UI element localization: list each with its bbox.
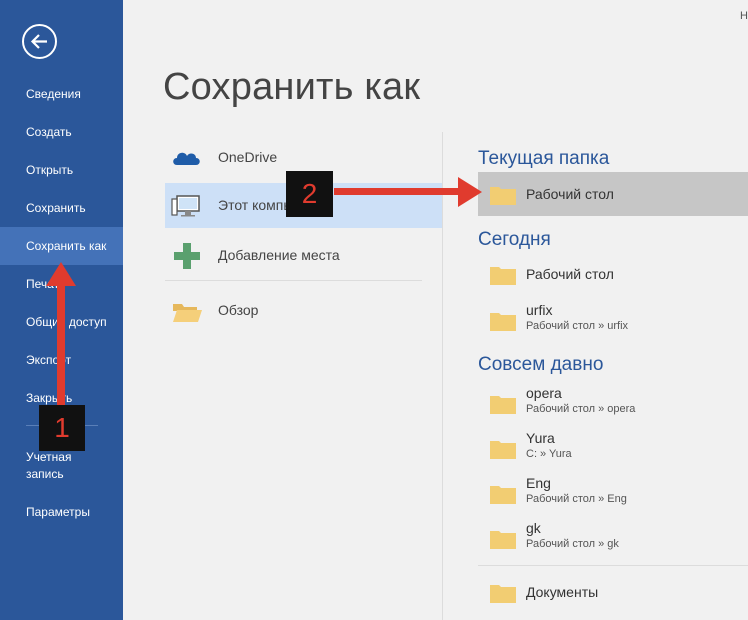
plus-icon (174, 243, 200, 269)
section-current-folder: Текущая папка (478, 148, 610, 169)
nav-new[interactable]: Создать (0, 113, 123, 151)
arrow-left-icon (30, 34, 47, 49)
section-older: Совсем давно (478, 354, 604, 375)
nav-info[interactable]: Сведения (0, 75, 123, 113)
folder-icon (490, 441, 516, 459)
annotation-badge-2: 2 (286, 171, 333, 217)
folder-icon (490, 486, 516, 504)
section-divider (478, 565, 748, 566)
folder-item[interactable]: Eng Рабочий стол » Eng (478, 471, 748, 515)
folder-item[interactable]: Yura C: » Yura (478, 426, 748, 470)
folder-name: Yura (526, 430, 555, 446)
folder-path: Рабочий стол » opera (526, 403, 636, 415)
folder-name: Рабочий стол (526, 266, 614, 282)
folder-path: Рабочий стол » Eng (526, 493, 627, 505)
page-title: Сохранить как (163, 66, 421, 108)
nav-print[interactable]: Печать (0, 265, 123, 303)
nav-account[interactable]: Учетная запись (0, 446, 100, 490)
folder-name: opera (526, 385, 562, 401)
nav-save-as[interactable]: Сохранить как (0, 227, 123, 265)
nav-export[interactable]: Экспорт (0, 341, 123, 379)
folder-icon (490, 531, 516, 549)
folder-item[interactable]: Рабочий стол (478, 252, 748, 296)
folder-icon (490, 267, 516, 285)
location-add-place[interactable]: Добавление места (165, 233, 442, 278)
folder-name: Документы (526, 584, 599, 600)
annotation-badge-1: 1 (39, 405, 85, 451)
location-label: OneDrive (218, 149, 278, 165)
nav-open[interactable]: Открыть (0, 151, 123, 189)
section-today: Сегодня (478, 229, 551, 250)
folder-path: C: » Yura (526, 448, 572, 460)
location-browse[interactable]: Обзор (165, 288, 442, 333)
folder-path: Рабочий стол » urfix (526, 320, 629, 332)
location-label: Добавление места (218, 247, 340, 263)
folder-item[interactable]: urfix Рабочий стол » urfix (478, 298, 748, 342)
nav-save[interactable]: Сохранить (0, 189, 123, 227)
folder-name: Рабочий стол (526, 186, 614, 202)
folder-item[interactable]: Документы (478, 570, 748, 614)
folder-icon (490, 585, 516, 603)
location-divider (165, 280, 422, 281)
folder-name: urfix (526, 302, 553, 318)
corner-text: Н (740, 10, 748, 22)
computer-icon (171, 195, 200, 217)
location-label: Обзор (218, 302, 259, 318)
folder-name: gk (526, 520, 541, 536)
nav-share[interactable]: Общий доступ (0, 303, 123, 341)
folder-open-icon (173, 304, 202, 322)
folder-icon (490, 187, 516, 205)
folder-path: Рабочий стол » gk (526, 538, 619, 550)
folder-item[interactable]: gk Рабочий стол » gk (478, 516, 748, 560)
folder-item[interactable]: opera Рабочий стол » opera (478, 381, 748, 425)
cloud-icon (173, 152, 200, 165)
column-divider (442, 132, 443, 620)
folder-name: Eng (526, 475, 551, 491)
back-button[interactable] (22, 24, 57, 59)
folder-icon (490, 313, 516, 331)
sidebar: Сведения Создать Открыть Сохранить Сохра… (0, 0, 123, 620)
nav-options[interactable]: Параметры (0, 493, 123, 531)
folder-icon (490, 396, 516, 414)
folder-item[interactable]: Рабочий стол (478, 172, 748, 216)
